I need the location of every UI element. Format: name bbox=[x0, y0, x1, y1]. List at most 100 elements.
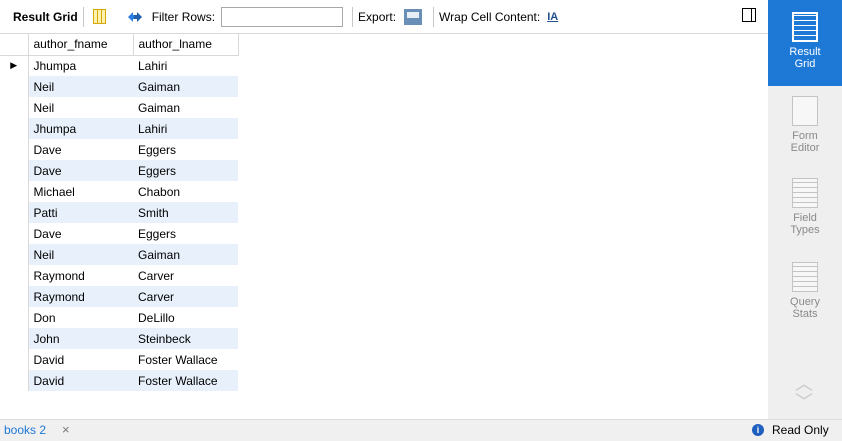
cell-author-lname[interactable]: Lahiri bbox=[133, 118, 238, 139]
cell-author-fname[interactable]: Neil bbox=[28, 97, 133, 118]
row-indicator[interactable] bbox=[0, 76, 29, 97]
table-row[interactable]: ▶ Jhumpa Lahiri bbox=[0, 55, 238, 76]
result-tab-label[interactable]: books 2 bbox=[4, 423, 46, 437]
cell-author-lname[interactable]: Chabon bbox=[133, 181, 238, 202]
wrap-cell-content-label: Wrap Cell Content: bbox=[439, 9, 541, 24]
sidebar-item-form-editor[interactable]: Form Editor bbox=[768, 96, 842, 154]
row-indicator[interactable]: ▶ bbox=[0, 55, 29, 76]
sidebar-label: Editor bbox=[790, 142, 820, 154]
table-row[interactable]: John Steinbeck bbox=[0, 328, 238, 349]
table-row[interactable]: Jhumpa Lahiri bbox=[0, 118, 238, 139]
row-indicator[interactable] bbox=[0, 244, 29, 265]
sidebar-label: Grid bbox=[794, 58, 816, 70]
cell-author-lname[interactable]: Gaiman bbox=[133, 76, 238, 97]
cell-author-fname[interactable]: Patti bbox=[28, 202, 133, 223]
column-header-author-fname[interactable]: author_fname bbox=[28, 34, 134, 56]
cell-author-fname[interactable]: David bbox=[28, 349, 133, 370]
cell-author-fname[interactable]: Raymond bbox=[28, 286, 133, 307]
bottom-bar: books 2 × i Read Only bbox=[0, 419, 842, 441]
cell-author-fname[interactable]: Dave bbox=[28, 160, 133, 181]
row-indicator[interactable] bbox=[0, 370, 29, 391]
table-row[interactable]: Patti Smith bbox=[0, 202, 238, 223]
row-indicator[interactable] bbox=[0, 265, 29, 286]
scroll-down-icon[interactable]: ﹀ bbox=[795, 393, 813, 411]
row-indicator[interactable] bbox=[0, 202, 29, 223]
cell-author-lname[interactable]: Foster Wallace bbox=[133, 370, 238, 391]
toggle-panel-icon[interactable] bbox=[742, 8, 756, 22]
export-icon[interactable] bbox=[404, 8, 423, 25]
table-row[interactable]: Dave Eggers bbox=[0, 139, 238, 160]
header-row: author_fname author_lname bbox=[0, 34, 239, 56]
cell-author-lname[interactable]: DeLillo bbox=[133, 307, 238, 328]
cell-author-fname[interactable]: Neil bbox=[28, 244, 133, 265]
cell-author-lname[interactable]: Foster Wallace bbox=[133, 349, 238, 370]
cell-author-lname[interactable]: Eggers bbox=[133, 223, 238, 244]
cell-author-fname[interactable]: Jhumpa bbox=[28, 118, 133, 139]
row-indicator[interactable] bbox=[0, 118, 29, 139]
result-grid-icon bbox=[792, 12, 818, 42]
cell-author-fname[interactable]: John bbox=[28, 328, 133, 349]
cell-author-lname[interactable]: Smith bbox=[133, 202, 238, 223]
row-indicator[interactable] bbox=[0, 139, 29, 160]
read-only-status: Read Only bbox=[772, 423, 829, 437]
table-row[interactable]: Raymond Carver bbox=[0, 265, 238, 286]
info-icon: i bbox=[752, 424, 764, 436]
table-row[interactable]: Don DeLillo bbox=[0, 307, 238, 328]
table-row[interactable]: Dave Eggers bbox=[0, 223, 238, 244]
cell-author-fname[interactable]: Dave bbox=[28, 223, 133, 244]
table-row[interactable]: Neil Gaiman bbox=[0, 97, 238, 118]
cell-author-fname[interactable]: Raymond bbox=[28, 265, 133, 286]
row-indicator[interactable] bbox=[0, 349, 29, 370]
sidebar-item-field-types[interactable]: Field Types bbox=[768, 178, 842, 236]
filter-rows-label: Filter Rows: bbox=[151, 9, 216, 24]
export-label: Export: bbox=[358, 9, 397, 24]
cell-author-lname[interactable]: Carver bbox=[133, 286, 238, 307]
cell-author-fname[interactable]: Don bbox=[28, 307, 133, 328]
grid-view-icon[interactable] bbox=[92, 9, 106, 24]
table-row[interactable]: Neil Gaiman bbox=[0, 76, 238, 97]
sidebar-label: Result bbox=[789, 46, 821, 58]
cell-author-lname[interactable]: Lahiri bbox=[133, 55, 238, 76]
row-indicator[interactable] bbox=[0, 97, 29, 118]
row-indicator[interactable] bbox=[0, 307, 29, 328]
sidebar-label: Query bbox=[790, 296, 820, 308]
sidebar-label: Field bbox=[793, 212, 817, 224]
result-grid: author_fname author_lname ▶ Jhumpa Lahiri N… bbox=[0, 34, 239, 391]
wrap-cell-content-icon[interactable]: IA bbox=[547, 11, 558, 23]
cell-author-fname[interactable]: Jhumpa bbox=[28, 55, 133, 76]
toolbar-separator bbox=[352, 6, 354, 27]
sidebar-item-query-stats[interactable]: Query Stats bbox=[768, 262, 842, 320]
result-table: author_fname author_lname ▶ Jhumpa Lahiri N… bbox=[0, 34, 239, 391]
table-row[interactable]: Raymond Carver bbox=[0, 286, 238, 307]
cell-author-fname[interactable]: Michael bbox=[28, 181, 133, 202]
cell-author-fname[interactable]: Neil bbox=[28, 76, 133, 97]
sidebar-item-result-grid[interactable]: Result Grid bbox=[768, 0, 842, 86]
table-row[interactable]: Neil Gaiman bbox=[0, 244, 238, 265]
scroll-up-icon[interactable]: ︿ bbox=[795, 375, 813, 393]
column-header-author-lname[interactable]: author_lname bbox=[133, 34, 239, 56]
cell-author-lname[interactable]: Carver bbox=[133, 265, 238, 286]
row-indicator[interactable] bbox=[0, 181, 29, 202]
cell-author-lname[interactable]: Gaiman bbox=[133, 244, 238, 265]
filter-rows-input[interactable] bbox=[221, 6, 344, 27]
cell-author-fname[interactable]: Dave bbox=[28, 139, 133, 160]
form-editor-icon bbox=[792, 96, 818, 126]
close-icon[interactable]: × bbox=[62, 422, 70, 437]
table-row[interactable]: Dave Eggers bbox=[0, 160, 238, 181]
cell-author-lname[interactable]: Eggers bbox=[133, 160, 238, 181]
cell-author-fname[interactable]: David bbox=[28, 370, 133, 391]
filter-rows-icon bbox=[126, 10, 144, 24]
row-indicator[interactable] bbox=[0, 223, 29, 244]
row-indicator[interactable] bbox=[0, 286, 29, 307]
sidebar-label: Form bbox=[792, 130, 818, 142]
table-row[interactable]: David Foster Wallace bbox=[0, 349, 238, 370]
sidebar-label: Types bbox=[790, 224, 820, 236]
table-row[interactable]: Michael Chabon bbox=[0, 181, 238, 202]
table-row[interactable]: David Foster Wallace bbox=[0, 370, 238, 391]
cell-author-lname[interactable]: Gaiman bbox=[133, 97, 238, 118]
cell-author-lname[interactable]: Steinbeck bbox=[133, 328, 238, 349]
toolbar-separator bbox=[433, 6, 435, 27]
row-indicator[interactable] bbox=[0, 328, 29, 349]
row-indicator[interactable] bbox=[0, 160, 29, 181]
cell-author-lname[interactable]: Eggers bbox=[133, 139, 238, 160]
